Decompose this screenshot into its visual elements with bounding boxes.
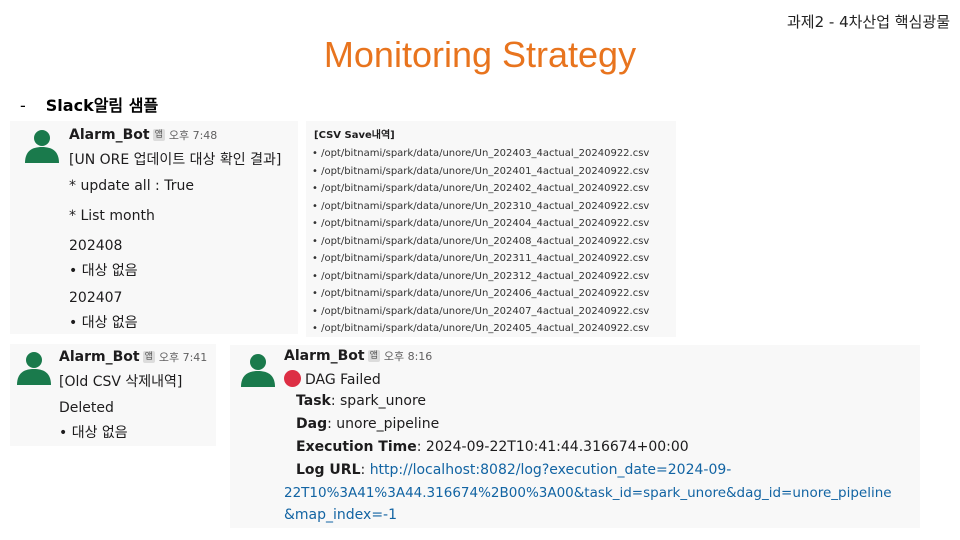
csv-file-item: /opt/bitnami/spark/data/unore/Un_202402_…: [312, 180, 649, 198]
user-icon: [241, 354, 275, 387]
user-icon: [17, 352, 51, 385]
slack-message-update-check: Alarm_Bot 앱 오후 7:48 [UN ORE 업데이트 대상 확인 결과]…: [10, 121, 298, 334]
log-url-label: Log URL: [296, 462, 361, 478]
bot-name[interactable]: Alarm_Bot: [69, 127, 150, 143]
csv-file-item: /opt/bitnami/spark/data/unore/Un_202405_…: [312, 320, 649, 337]
bot-avatar[interactable]: [24, 127, 60, 163]
update-all-line: * update all : True: [69, 178, 194, 194]
bot-name[interactable]: Alarm_Bot: [59, 349, 140, 365]
deleted-item: • 대상 없음: [59, 425, 128, 441]
user-icon: [25, 130, 59, 163]
message-heading: [UN ORE 업데이트 대상 확인 결과]: [69, 152, 282, 168]
bullet-line: - Slack알림 샘플: [20, 92, 158, 116]
csv-file-item: /opt/bitnami/spark/data/unore/Un_202312_…: [312, 268, 649, 286]
csv-file-item: /opt/bitnami/spark/data/unore/Un_202311_…: [312, 250, 649, 268]
message-time[interactable]: 오후 7:48: [169, 129, 217, 142]
csv-file-item: /opt/bitnami/spark/data/unore/Un_202404_…: [312, 215, 649, 233]
corner-label: 과제2 - 4차산업 핵심광물: [786, 13, 950, 31]
execution-time-label: Execution Time: [296, 439, 417, 455]
bot-name[interactable]: Alarm_Bot: [284, 348, 365, 364]
csv-file-item: /opt/bitnami/spark/data/unore/Un_202310_…: [312, 198, 649, 216]
month-2: 202407: [69, 290, 123, 306]
bot-avatar[interactable]: [240, 351, 276, 387]
csv-file-item: /opt/bitnami/spark/data/unore/Un_202406_…: [312, 285, 649, 303]
status-line: DAG Failed: [284, 370, 381, 388]
log-url-link-part-3[interactable]: &map_index=-1: [284, 507, 397, 523]
app-badge: 앱: [367, 350, 380, 362]
csv-save-panel: [CSV Save내역] /opt/bitnami/spark/data/uno…: [306, 121, 676, 337]
app-badge: 앱: [142, 351, 155, 363]
csv-file-item: /opt/bitnami/spark/data/unore/Un_202407_…: [312, 303, 649, 321]
csv-file-list: /opt/bitnami/spark/data/unore/Un_202403_…: [312, 145, 649, 337]
message-time[interactable]: 오후 7:41: [159, 351, 207, 364]
red-circle-icon: [284, 370, 301, 387]
bot-avatar[interactable]: [16, 349, 52, 385]
bullet-text: Slack알림 샘플: [45, 96, 159, 115]
csv-file-item: /opt/bitnami/spark/data/unore/Un_202403_…: [312, 145, 649, 163]
task-label: Task: [296, 393, 331, 409]
update-all-value: True: [159, 178, 194, 194]
execution-time-line: Execution Time: 2024-09-22T10:41:44.3166…: [296, 439, 689, 455]
message-time[interactable]: 오후 8:16: [384, 350, 432, 363]
message-header: Alarm_Bot 앱 오후 7:48: [69, 127, 217, 143]
csv-file-item: /opt/bitnami/spark/data/unore/Un_202401_…: [312, 163, 649, 181]
dag-label: Dag: [296, 416, 328, 432]
month-2-item: • 대상 없음: [69, 315, 138, 331]
log-url-separator: :: [360, 462, 370, 478]
message-header: Alarm_Bot 앱 오후 8:16: [284, 348, 432, 364]
message-header: Alarm_Bot 앱 오후 7:41: [59, 349, 207, 365]
month-1: 202408: [69, 238, 123, 254]
app-badge: 앱: [152, 129, 165, 141]
log-url-link-part-1[interactable]: http://localhost:8082/log?execution_date…: [370, 462, 732, 478]
csv-file-item: /opt/bitnami/spark/data/unore/Un_202408_…: [312, 233, 649, 251]
deleted-label: Deleted: [59, 400, 114, 416]
month-1-item: • 대상 없음: [69, 263, 138, 279]
dag-value: : unore_pipeline: [327, 416, 440, 432]
bullet-dash: -: [20, 96, 26, 115]
message-heading: [Old CSV 삭제내역]: [59, 374, 183, 390]
status-text: DAG Failed: [305, 372, 381, 388]
list-month-label: * List month: [69, 208, 155, 224]
slack-message-dag-failed: Alarm_Bot 앱 오후 8:16 DAG Failed Task: spark…: [230, 345, 920, 528]
log-url-line: Log URL: http://localhost:8082/log?execu…: [296, 462, 731, 478]
task-line: Task: spark_unore: [296, 393, 426, 409]
execution-time-value: : 2024-09-22T10:41:44.316674+00:00: [416, 439, 689, 455]
log-url-link-part-2[interactable]: 22T10%3A41%3A44.316674%2B00%3A00&task_id…: [284, 485, 892, 501]
slack-message-old-csv: Alarm_Bot 앱 오후 7:41 [Old CSV 삭제내역] Deleted…: [10, 344, 216, 446]
dag-line: Dag: unore_pipeline: [296, 416, 439, 432]
slide-title: Monitoring Strategy: [323, 34, 637, 75]
update-all-label: * update all :: [69, 178, 160, 194]
csv-panel-title: [CSV Save내역]: [314, 130, 395, 141]
task-value: : spark_unore: [330, 393, 427, 409]
